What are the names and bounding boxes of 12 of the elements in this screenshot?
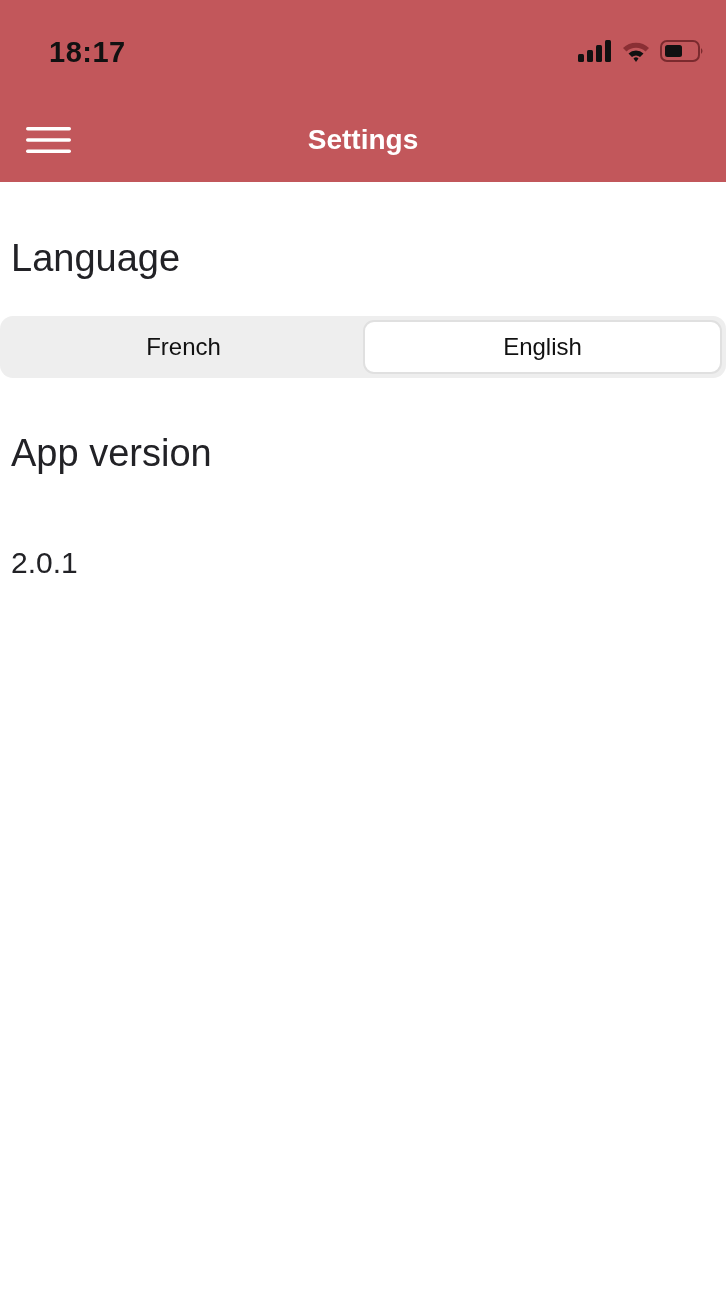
version-number: 2.0.1 bbox=[10, 546, 79, 580]
language-option[interactable]: English bbox=[363, 320, 722, 374]
page-title: Settings bbox=[306, 124, 420, 156]
wifi-icon bbox=[622, 40, 650, 62]
menu-icon bbox=[26, 127, 71, 153]
signal-icon bbox=[578, 40, 612, 62]
menu-button[interactable] bbox=[26, 127, 71, 153]
language-option[interactable]: French bbox=[4, 320, 363, 374]
battery-icon bbox=[660, 40, 704, 62]
section-heading: App version bbox=[10, 434, 213, 472]
section-heading: Language bbox=[10, 239, 182, 277]
status-time: 18:17 bbox=[49, 36, 126, 69]
